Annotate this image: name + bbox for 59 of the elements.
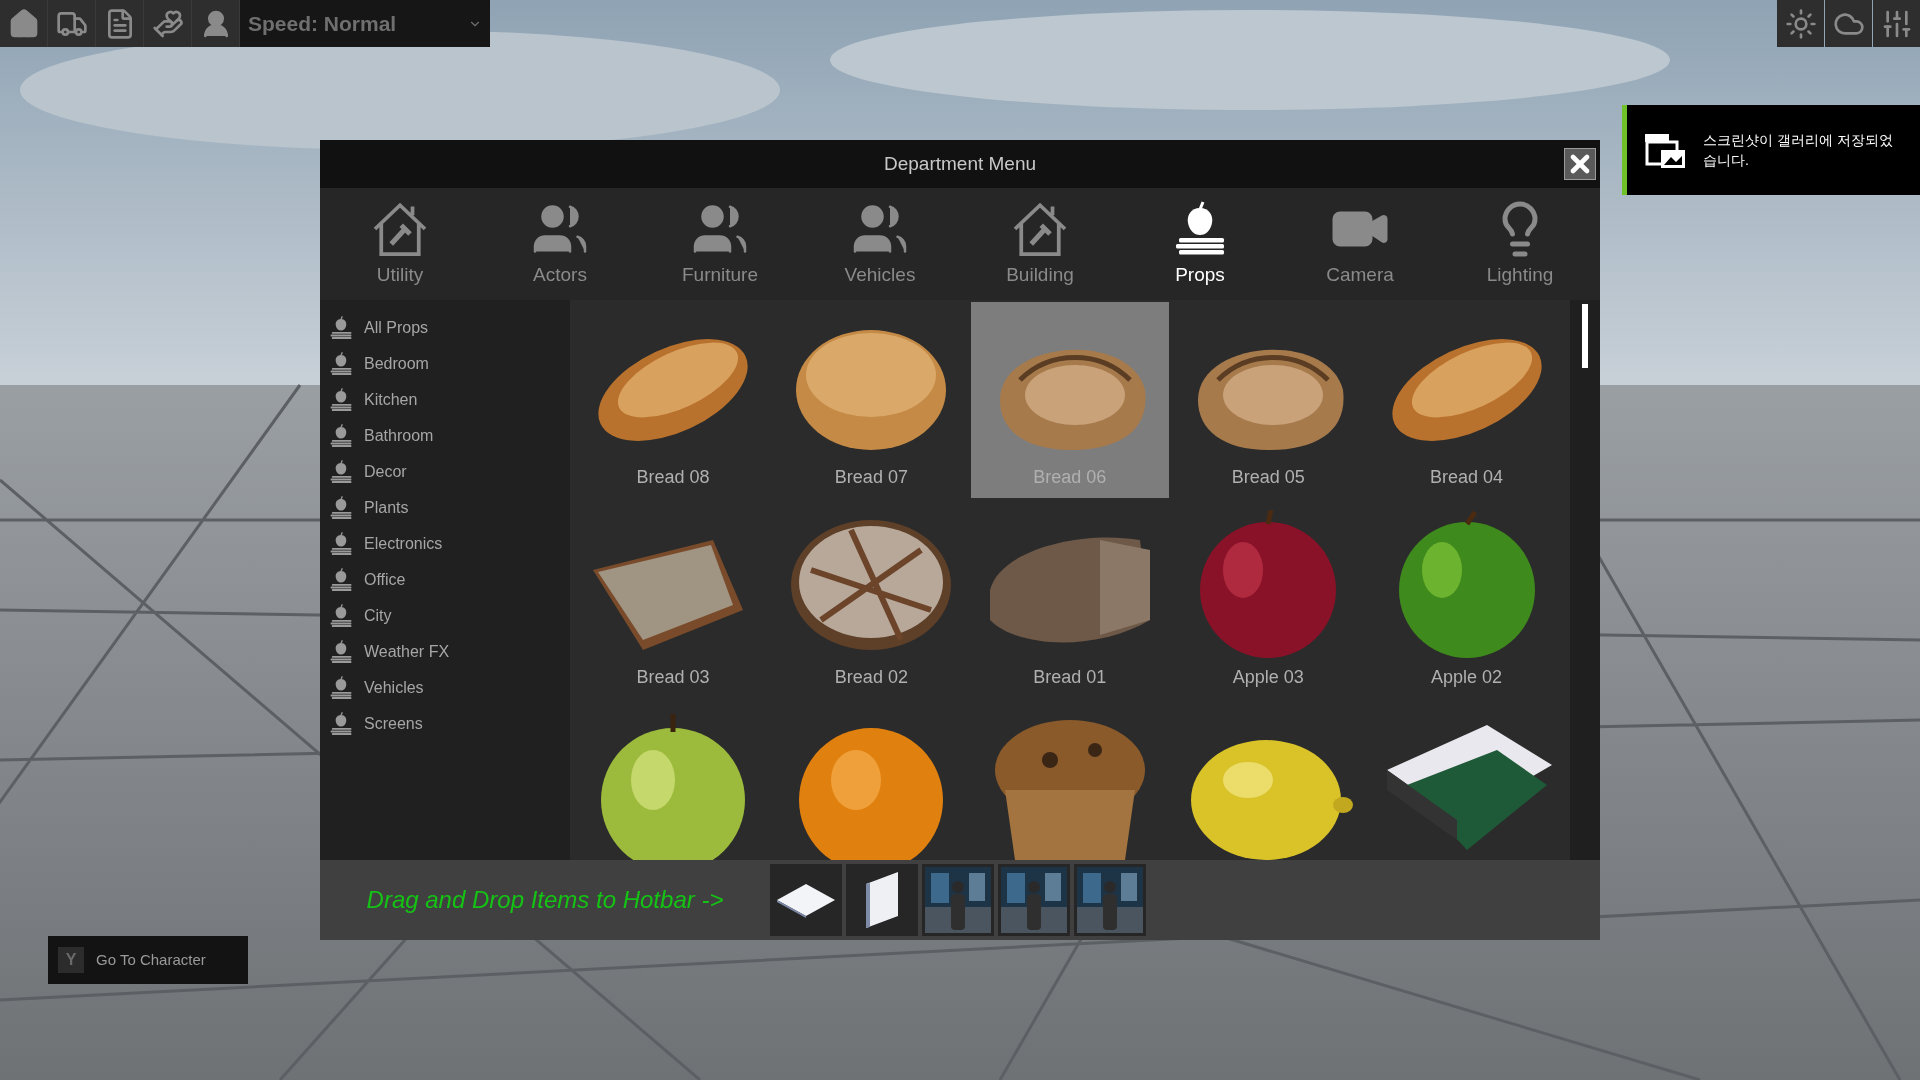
cloud-button[interactable] — [1825, 0, 1872, 47]
sliders-button[interactable] — [1873, 0, 1920, 47]
item-tile[interactable]: Bread 05 — [1169, 302, 1368, 498]
speed-dropdown[interactable]: Speed: Normal — [240, 0, 490, 47]
apple-books-icon — [328, 422, 354, 450]
vr-person-button[interactable] — [192, 0, 239, 47]
apple-books-icon — [328, 494, 354, 522]
category-tab[interactable]: Camera — [1280, 188, 1440, 300]
sidebar-item[interactable]: Kitchen — [320, 382, 570, 418]
sidebar-item[interactable]: Office — [320, 562, 570, 598]
sidebar-item[interactable]: Decor — [320, 454, 570, 490]
category-tab[interactable]: Actors — [480, 188, 640, 300]
window-title: Department Menu — [883, 151, 1037, 176]
shortcut-label: Go To Character — [96, 949, 206, 970]
category-tab[interactable]: Props — [1120, 188, 1280, 300]
apple-books-icon — [328, 458, 354, 486]
key-cap: Y — [58, 947, 84, 973]
category-tab[interactable]: Building — [960, 188, 1120, 300]
category-tab[interactable]: Utility — [320, 188, 480, 300]
apple-books-icon — [328, 638, 354, 666]
hands-bulb-button[interactable] — [144, 0, 191, 47]
sidebar-item[interactable]: City — [320, 598, 570, 634]
item-tile[interactable]: Bread 07 — [772, 302, 971, 498]
apple-books-icon — [328, 710, 354, 738]
home-button[interactable] — [0, 0, 47, 47]
apple-books-icon — [328, 566, 354, 594]
item-tile[interactable]: Bread 02 — [772, 502, 971, 698]
sidebar-item[interactable]: Plants — [320, 490, 570, 526]
sidebar-item[interactable]: Vehicles — [320, 670, 570, 706]
sidebar-item[interactable]: Weather FX — [320, 634, 570, 670]
apple-books-icon — [328, 386, 354, 414]
item-tile[interactable]: Apple 02 — [1367, 502, 1566, 698]
category-tab[interactable]: Furniture — [640, 188, 800, 300]
sidebar-item[interactable]: Bathroom — [320, 418, 570, 454]
truck-button[interactable] — [48, 0, 95, 47]
apple-books-icon — [328, 530, 354, 558]
item-tile[interactable]: Apple 03 — [1169, 502, 1368, 698]
item-tile[interactable]: Bread 04 — [1367, 302, 1566, 498]
hotbar-hint: Drag and Drop Items to Hotbar -> — [365, 885, 725, 915]
item-tile[interactable]: Bread 03 — [574, 502, 772, 698]
scrollbar-thumb[interactable] — [1582, 304, 1588, 368]
notification-text: 스크린샷이 갤러리에 저장되었습니다. — [1703, 131, 1893, 170]
apple-books-icon — [328, 674, 354, 702]
sidebar-item[interactable]: Electronics — [320, 526, 570, 562]
category-tab[interactable]: Lighting — [1440, 188, 1600, 300]
apple-books-icon — [328, 350, 354, 378]
document-button[interactable] — [96, 0, 143, 47]
floor-tile-icon[interactable] — [775, 882, 837, 918]
category-tab[interactable]: Vehicles — [800, 188, 960, 300]
sun-icon — [1784, 7, 1817, 40]
sidebar-item[interactable]: All Props — [320, 310, 570, 346]
apple-books-icon — [328, 602, 354, 630]
sun-button[interactable] — [1777, 0, 1824, 47]
item-tile[interactable]: Bread 01 — [970, 502, 1169, 698]
sidebar-item[interactable]: Bedroom — [320, 346, 570, 382]
apple-books-icon — [328, 314, 354, 342]
close-button[interactable] — [1564, 148, 1596, 180]
sidebar-item[interactable]: Screens — [320, 706, 570, 742]
item-tile[interactable]: Bread 08 — [574, 302, 772, 498]
